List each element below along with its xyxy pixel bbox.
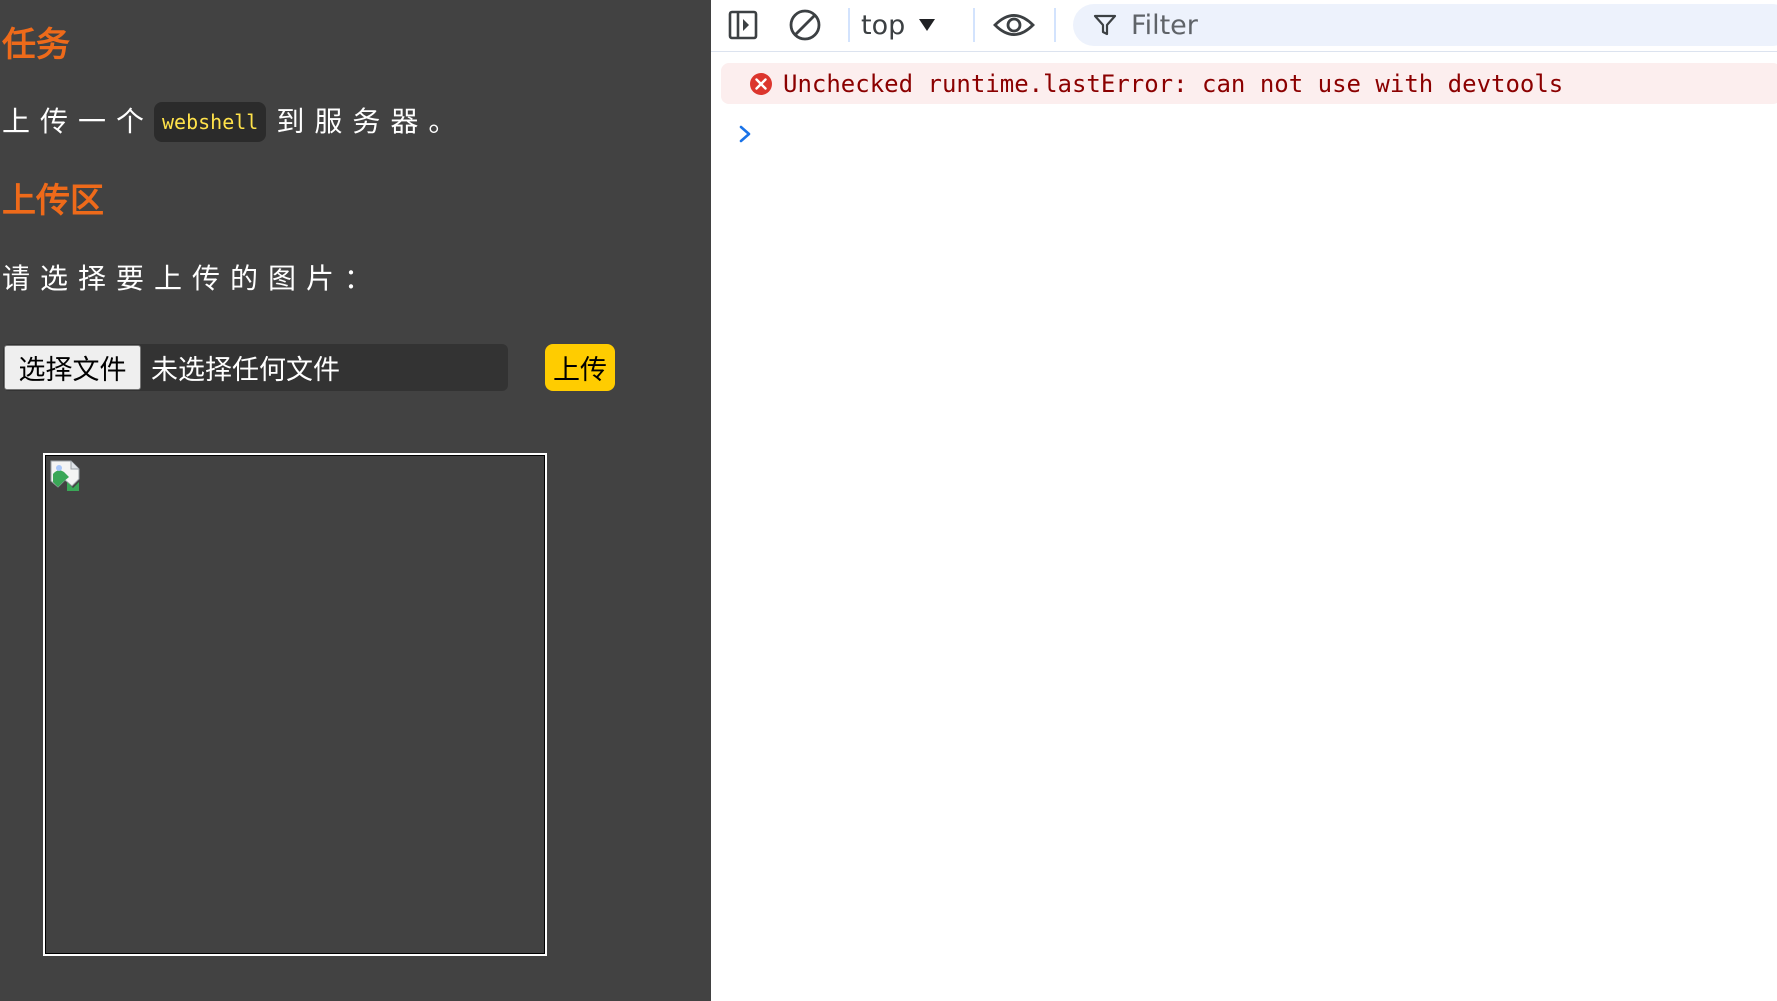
filter-input[interactable] (1129, 8, 1733, 42)
toolbar-divider (1054, 8, 1056, 42)
dropdown-caret-icon (919, 19, 936, 31)
file-status-text: 未选择任何文件 (151, 355, 340, 386)
console-error-message[interactable]: Unchecked runtime.lastError: can not use… (721, 63, 1777, 104)
image-preview (43, 453, 547, 956)
toolbar-divider (848, 8, 850, 42)
file-input-box[interactable]: 选择文件 未选择任何文件 (3, 344, 508, 391)
live-expression-eye-icon[interactable] (992, 7, 1036, 43)
error-circle-icon (750, 72, 772, 95)
devtools-console: top Unchecked r (711, 0, 1777, 1001)
task-text-after: 到服务器。 (276, 105, 467, 138)
clear-console-icon[interactable] (787, 7, 823, 43)
error-message-text: Unchecked runtime.lastError: can not use… (783, 69, 1564, 98)
task-description: 上传一个 webshell 到服务器。 (2, 102, 466, 142)
choose-file-button[interactable]: 选择文件 (4, 345, 141, 390)
file-input[interactable]: 选择文件 未选择任何文件 (3, 344, 508, 391)
chevron-right-icon[interactable] (735, 122, 755, 146)
sidebar-toggle-icon[interactable] (725, 7, 761, 43)
context-selector[interactable]: top (861, 7, 936, 43)
upload-button[interactable]: 上传 (545, 344, 615, 391)
toolbar-divider (973, 8, 975, 42)
screen: 任务 上传一个 webshell 到服务器。 上传区 请选择要上传的图片： 选择… (0, 0, 1777, 1001)
choose-image-prompt: 请选择要上传的图片： (2, 262, 383, 295)
console-toolbar: top (711, 0, 1777, 52)
filter-box[interactable] (1073, 4, 1777, 46)
upload-area-heading: 上传区 (2, 181, 104, 221)
task-text-before: 上传一个 (2, 105, 155, 138)
upload-page: 任务 上传一个 webshell 到服务器。 上传区 请选择要上传的图片： 选择… (0, 0, 711, 1001)
filter-funnel-icon (1093, 14, 1117, 36)
context-label: top (861, 9, 906, 41)
webshell-code: webshell (154, 102, 267, 142)
task-heading: 任务 (2, 25, 70, 65)
broken-image-icon (50, 460, 80, 491)
